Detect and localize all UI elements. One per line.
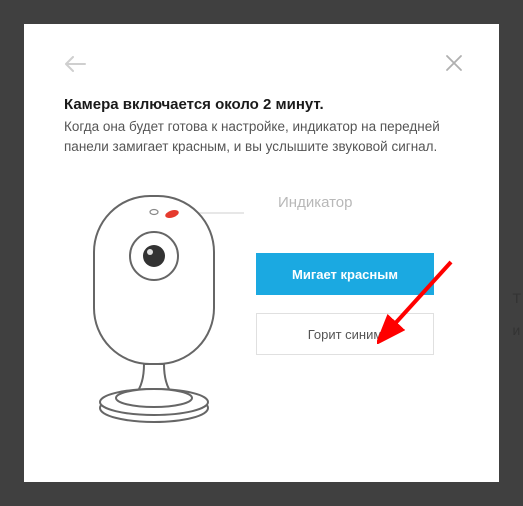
modal-title: Камера включается около 2 минут. [64,96,459,113]
action-panel: Индикатор Мигает красным Горит синим [248,190,459,373]
camera-illustration [64,190,244,450]
background-text: Ти [512,290,521,338]
back-button[interactable] [64,56,86,77]
modal-body: Индикатор Мигает красным Горит синим [64,190,459,450]
close-icon [445,54,463,72]
modal-content: Камера включается около 2 минут. Когда о… [64,96,459,450]
solid-blue-button[interactable]: Горит синим [256,313,434,355]
setup-modal: Камера включается около 2 минут. Когда о… [24,24,499,482]
close-button[interactable] [445,54,463,77]
back-arrow-icon [64,56,86,72]
modal-description: Когда она будет готова к настройке, инди… [64,117,459,156]
blinking-red-button[interactable]: Мигает красным [256,253,434,295]
indicator-label: Индикатор [278,194,459,211]
